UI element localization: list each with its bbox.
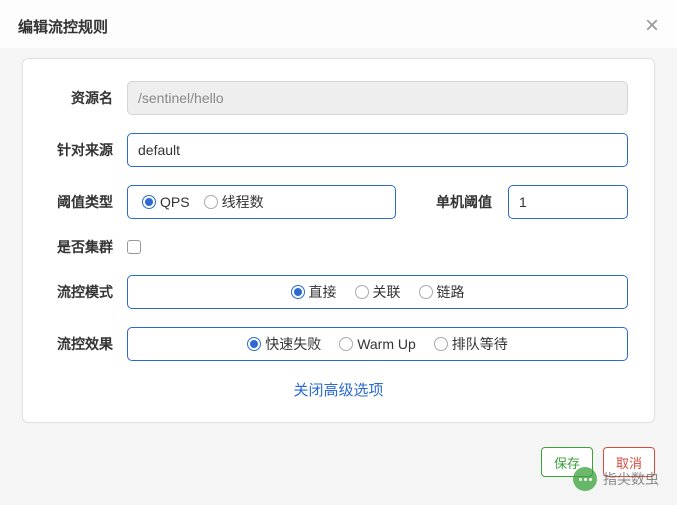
radio-icon (247, 337, 261, 351)
advanced-toggle: 关闭高级选项 (49, 379, 628, 400)
effect-label: 流控效果 (49, 334, 127, 354)
close-advanced-link[interactable]: 关闭高级选项 (293, 382, 383, 399)
modal-title: 编辑流控规则 (18, 16, 108, 37)
radio-icon (142, 195, 156, 209)
radio-icon (204, 195, 218, 209)
source-label: 针对来源 (49, 140, 127, 160)
mode-option-direct[interactable]: 直接 (291, 282, 337, 302)
mode-label: 流控模式 (49, 282, 127, 302)
radio-label: Warm Up (357, 336, 416, 352)
cluster-label: 是否集群 (49, 237, 127, 257)
watermark-text: 指尖数虫 (603, 469, 659, 489)
radio-icon (419, 285, 433, 299)
effect-option-fastfail[interactable]: 快速失败 (247, 334, 321, 354)
source-row: 针对来源 (49, 133, 628, 167)
threshold-option-qps[interactable]: QPS (142, 194, 190, 210)
resource-label: 资源名 (49, 88, 127, 108)
resource-row: 资源名 (49, 81, 628, 115)
modal-body: 资源名 针对来源 阈值类型 QPS 线程数 单机阈值 (22, 58, 655, 423)
threshold-type-group: QPS 线程数 (127, 185, 396, 219)
radio-icon (355, 285, 369, 299)
threshold-unit-label: 单机阈值 (412, 192, 492, 212)
radio-label: 线程数 (222, 192, 264, 212)
radio-label: 快速失败 (265, 334, 321, 354)
threshold-type-label: 阈值类型 (49, 192, 127, 212)
radio-icon (339, 337, 353, 351)
radio-label: 直接 (309, 282, 337, 302)
radio-label: QPS (160, 194, 190, 210)
cluster-checkbox[interactable] (127, 240, 141, 254)
effect-group: 快速失败 Warm Up 排队等待 (127, 327, 628, 361)
mode-option-chain[interactable]: 链路 (419, 282, 465, 302)
modal-header: 编辑流控规则 × (0, 0, 677, 48)
threshold-option-threads[interactable]: 线程数 (204, 192, 264, 212)
source-input[interactable] (127, 133, 628, 167)
threshold-row: 阈值类型 QPS 线程数 单机阈值 (49, 185, 628, 219)
threshold-value-input[interactable] (508, 185, 628, 219)
radio-icon (291, 285, 305, 299)
effect-option-queue[interactable]: 排队等待 (434, 334, 508, 354)
watermark: 指尖数虫 (573, 467, 659, 491)
mode-row: 流控模式 直接 关联 链路 (49, 275, 628, 309)
radio-label: 链路 (437, 282, 465, 302)
close-icon[interactable]: × (645, 14, 659, 38)
mode-group: 直接 关联 链路 (127, 275, 628, 309)
effect-option-warmup[interactable]: Warm Up (339, 336, 416, 352)
modal-footer: 保存 取消 (22, 437, 655, 477)
radio-label: 排队等待 (452, 334, 508, 354)
effect-row: 流控效果 快速失败 Warm Up 排队等待 (49, 327, 628, 361)
cluster-row: 是否集群 (49, 237, 628, 257)
radio-icon (434, 337, 448, 351)
mode-option-relate[interactable]: 关联 (355, 282, 401, 302)
wechat-icon (573, 467, 597, 491)
resource-input (127, 81, 628, 115)
radio-label: 关联 (373, 282, 401, 302)
